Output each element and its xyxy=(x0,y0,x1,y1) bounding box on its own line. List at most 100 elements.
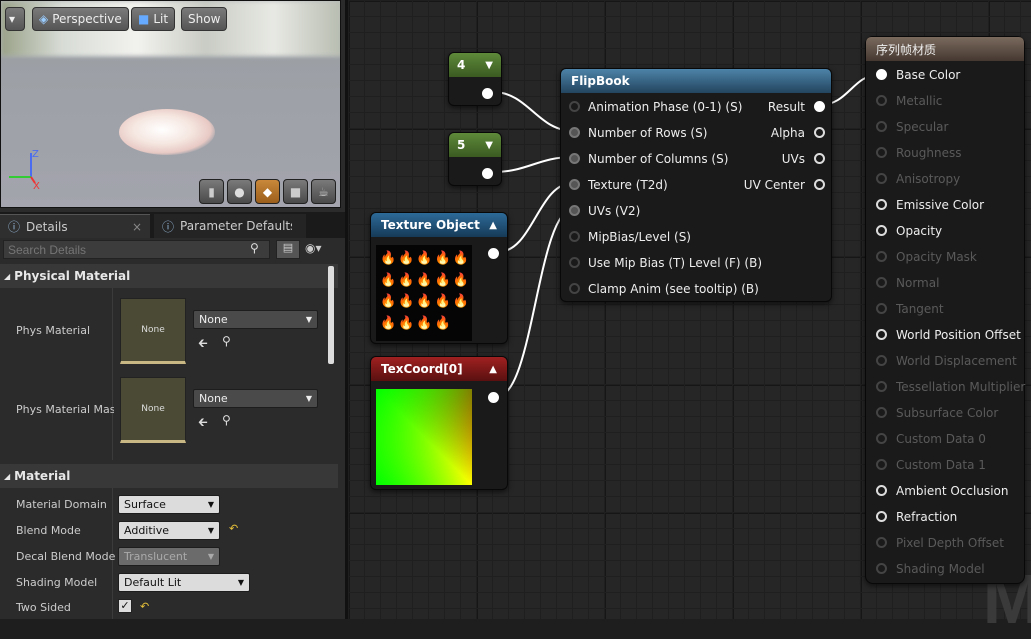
phys-material-mask-combo[interactable]: None ▼ xyxy=(193,389,318,408)
material-input-pin[interactable] xyxy=(876,251,887,262)
constant-value: 5 xyxy=(457,138,466,152)
use-selected-icon[interactable]: 🡰 xyxy=(198,334,208,355)
use-selected-icon[interactable]: 🡰 xyxy=(198,413,208,434)
shading-model-combo[interactable]: Default Lit ▼ xyxy=(118,573,250,592)
perspective-button[interactable]: ◈ Perspective xyxy=(32,7,129,31)
output-pin[interactable] xyxy=(482,88,493,99)
eye-icon[interactable]: ◉▾ xyxy=(305,241,322,255)
reset-to-default-icon[interactable]: ↶ xyxy=(140,600,149,613)
scrollbar-thumb[interactable] xyxy=(328,266,334,364)
material-input-pin[interactable] xyxy=(876,433,887,444)
collapse-icon[interactable]: ▲ xyxy=(489,220,497,231)
material-input-pin[interactable] xyxy=(876,329,887,340)
lit-button[interactable]: ■ Lit xyxy=(131,7,176,31)
phys-material-thumbnail[interactable]: None xyxy=(120,298,186,364)
close-icon[interactable]: × xyxy=(132,220,142,234)
material-input-pin[interactable] xyxy=(876,485,887,496)
flipbook-node[interactable]: FlipBook Animation Phase (0-1) (S) Number… xyxy=(560,68,832,302)
texcoord-node[interactable]: TexCoord[0] ▲ xyxy=(370,356,508,490)
preview-cylinder-button[interactable]: ▮ xyxy=(199,179,224,204)
view-options-icon[interactable]: ▤ xyxy=(276,240,300,259)
output-pin[interactable] xyxy=(488,248,499,259)
flipbook-output-pin[interactable] xyxy=(814,127,825,138)
details-tab-bar: ⓘ Details × ⓘ Parameter Defaults xyxy=(0,212,345,238)
material-domain-combo[interactable]: Surface ▼ xyxy=(118,495,220,514)
material-input-label: Specular xyxy=(896,120,949,134)
flipbook-input-pin[interactable] xyxy=(569,101,580,112)
browse-icon[interactable]: ⚲ xyxy=(222,413,231,427)
blend-mode-combo[interactable]: Additive ▼ xyxy=(118,521,220,540)
material-input-pin[interactable] xyxy=(876,459,887,470)
material-graph-canvas[interactable]: M 4 ▼ 5 ▼ Texture Object ▲ 🔥 🔥 🔥 🔥 🔥 🔥 🔥 🔥 🔥 🔥 🔥 🔥 🔥 🔥… xyxy=(345,0,1031,638)
flipbook-input-pin[interactable] xyxy=(569,257,580,268)
preview-plane-button[interactable]: ◆ xyxy=(255,179,280,204)
flipbook-input-pin[interactable] xyxy=(569,179,580,190)
constant-node-5[interactable]: 5 ▼ xyxy=(448,132,502,186)
material-input-pin[interactable] xyxy=(876,199,887,210)
show-button[interactable]: Show xyxy=(181,7,228,31)
constant-node-header: 4 ▼ xyxy=(449,53,501,77)
material-input-pin[interactable] xyxy=(876,511,887,522)
collapse-icon[interactable]: ▲ xyxy=(489,364,497,375)
flipbook-output-label: Result xyxy=(767,100,805,114)
preview-mesh xyxy=(119,109,215,155)
texture-object-node[interactable]: Texture Object ▲ 🔥 🔥 🔥 🔥 🔥 🔥 🔥 🔥 🔥 🔥 🔥 🔥 🔥 🔥 🔥 🔥 🔥 🔥 🔥 xyxy=(370,212,508,344)
output-pin[interactable] xyxy=(488,392,499,403)
plane-icon: ◆ xyxy=(262,184,273,199)
flipbook-input-pin[interactable] xyxy=(569,283,580,294)
material-input-pin[interactable] xyxy=(876,69,887,80)
flipbook-input-pin[interactable] xyxy=(569,153,580,164)
flipbook-input-pin[interactable] xyxy=(569,127,580,138)
material-input-pin[interactable] xyxy=(876,303,887,314)
search-details-input[interactable] xyxy=(3,240,270,259)
material-input-pin[interactable] xyxy=(876,537,887,548)
tab-details-label: Details xyxy=(26,219,68,234)
material-input-pin[interactable] xyxy=(876,147,887,158)
material-input-pin[interactable] xyxy=(876,173,887,184)
material-input-pin[interactable] xyxy=(876,563,887,574)
viewport-menu-button[interactable]: ▾ xyxy=(5,7,25,31)
output-pin[interactable] xyxy=(482,168,493,179)
material-input-label: Roughness xyxy=(896,146,962,160)
tab-parameter-defaults[interactable]: ⓘ Parameter Defaults xyxy=(154,214,306,238)
material-input-pin[interactable] xyxy=(876,407,887,418)
material-preview-viewport[interactable]: ▾ ◈ Perspective ■ Lit Show Z X ▮ ● ◆ ■ ☕ xyxy=(0,0,341,208)
flipbook-input-pin[interactable] xyxy=(569,231,580,242)
constant-node-header: 5 ▼ xyxy=(449,133,501,157)
preview-cube-button[interactable]: ■ xyxy=(283,179,308,204)
material-input-pin[interactable] xyxy=(876,381,887,392)
material-input-pin[interactable] xyxy=(876,121,887,132)
material-input-label: Tessellation Multiplier xyxy=(896,380,1026,394)
material-input-pin[interactable] xyxy=(876,225,887,236)
category-physical-material[interactable]: ◢ Physical Material xyxy=(0,264,338,288)
flipbook-output-pin[interactable] xyxy=(814,101,825,112)
tab-details[interactable]: ⓘ Details × xyxy=(0,214,150,238)
texcoord-header: TexCoord[0] ▲ xyxy=(371,357,507,381)
two-sided-checkbox[interactable]: ✓ xyxy=(118,599,132,613)
phys-material-combo[interactable]: None ▼ xyxy=(193,310,318,329)
constant-node-4[interactable]: 4 ▼ xyxy=(448,52,502,106)
collapse-icon[interactable]: ▼ xyxy=(485,60,493,71)
axis-z-label: Z xyxy=(32,149,39,160)
material-input-label: Normal xyxy=(896,276,940,290)
preview-mesh-button[interactable]: ☕ xyxy=(311,179,336,204)
details-icon: ⓘ xyxy=(8,220,21,234)
flipbook-input-label: Texture (T2d) xyxy=(588,178,668,192)
browse-icon[interactable]: ⚲ xyxy=(222,334,231,348)
material-result-node[interactable]: 序列帧材质 Base Color Metallic Specular Roughnes… xyxy=(865,36,1025,584)
material-input-pin[interactable] xyxy=(876,277,887,288)
material-result-header: 序列帧材质 xyxy=(866,37,1024,61)
material-input-pin[interactable] xyxy=(876,95,887,106)
reset-to-default-icon[interactable]: ↶ xyxy=(229,522,238,535)
category-material[interactable]: ◢ Material xyxy=(0,464,338,488)
preview-sphere-button[interactable]: ● xyxy=(227,179,252,204)
blend-mode-label: Blend Mode xyxy=(16,524,81,537)
collapse-icon[interactable]: ▼ xyxy=(485,140,493,151)
flipbook-output-label: UVs xyxy=(781,152,805,166)
flipbook-output-pin[interactable] xyxy=(814,179,825,190)
phys-material-mask-thumbnail[interactable]: None xyxy=(120,377,186,443)
flipbook-input-pin[interactable] xyxy=(569,205,580,216)
material-input-pin[interactable] xyxy=(876,355,887,366)
flipbook-output-pin[interactable] xyxy=(814,153,825,164)
dropdown-icon: ▼ xyxy=(305,394,312,403)
